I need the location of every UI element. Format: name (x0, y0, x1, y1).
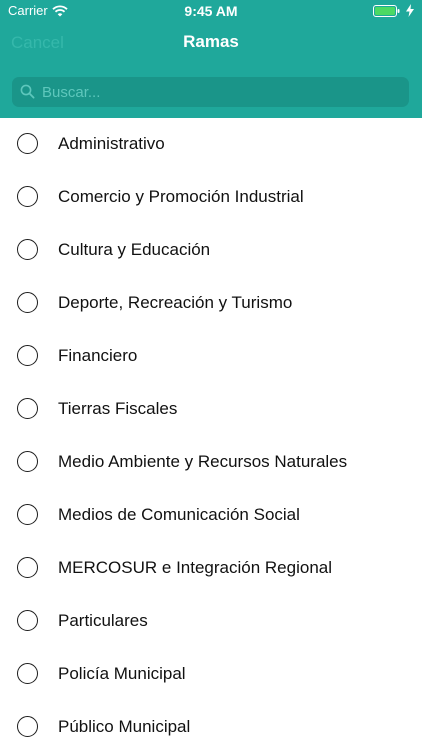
list-item[interactable]: Deporte, Recreación y Turismo (0, 277, 422, 330)
search-bar[interactable] (12, 77, 409, 107)
list-item-label: MERCOSUR e Integración Regional (58, 558, 333, 577)
list-item[interactable]: MERCOSUR e Integración Regional (0, 542, 422, 595)
list-item-label: Deporte, Recreación y Turismo (58, 293, 293, 312)
list-item[interactable]: Financiero (0, 330, 422, 383)
search-input[interactable] (42, 77, 402, 107)
radio-unchecked-icon[interactable] (17, 504, 38, 525)
list-item[interactable]: Público Municipal (0, 701, 422, 754)
list-item-label: Tierras Fiscales (58, 399, 178, 418)
page-title: Ramas (183, 32, 239, 51)
radio-unchecked-icon[interactable] (17, 557, 38, 578)
list-item-label: Administrativo (58, 134, 165, 153)
radio-unchecked-icon[interactable] (17, 663, 38, 684)
radio-unchecked-icon[interactable] (17, 716, 38, 737)
list-item[interactable]: Policía Municipal (0, 648, 422, 701)
list-item[interactable]: Administrativo (0, 118, 422, 171)
ramas-list: Administrativo Comercio y Promoción Indu… (0, 118, 422, 754)
list-item[interactable]: Comercio y Promoción Industrial (0, 171, 422, 224)
list-item-label: Cultura y Educación (58, 240, 211, 259)
radio-unchecked-icon[interactable] (17, 398, 38, 419)
radio-unchecked-icon[interactable] (17, 133, 38, 154)
charge-icon (406, 4, 414, 17)
radio-unchecked-icon[interactable] (17, 451, 38, 472)
list-item-label: Público Municipal (58, 717, 191, 736)
search-icon (20, 84, 35, 99)
list-item-label: Particulares (58, 611, 148, 630)
status-time: 9:45 AM (184, 3, 238, 19)
radio-unchecked-icon[interactable] (17, 292, 38, 313)
list-item-label: Comercio y Promoción Industrial (58, 187, 304, 206)
header: Carrier 9:45 AM Cancel Ramas (0, 0, 422, 118)
list-item[interactable]: Cultura y Educación (0, 224, 422, 277)
nav-bar: Cancel Ramas (0, 22, 422, 66)
radio-unchecked-icon[interactable] (17, 610, 38, 631)
list-item[interactable]: Particulares (0, 595, 422, 648)
radio-unchecked-icon[interactable] (17, 186, 38, 207)
list-item-label: Medios de Comunicación Social (58, 505, 300, 524)
list-item-label: Medio Ambiente y Recursos Naturales (58, 452, 348, 471)
radio-unchecked-icon[interactable] (17, 345, 38, 366)
list-item[interactable]: Medio Ambiente y Recursos Naturales (0, 436, 422, 489)
list-item[interactable]: Tierras Fiscales (0, 383, 422, 436)
list-item[interactable]: Medios de Comunicación Social (0, 489, 422, 542)
list-item-label: Financiero (58, 346, 138, 365)
list-item-label: Policía Municipal (58, 664, 186, 683)
status-bar: Carrier 9:45 AM (0, 0, 422, 22)
battery-icon (373, 5, 400, 17)
radio-unchecked-icon[interactable] (17, 239, 38, 260)
